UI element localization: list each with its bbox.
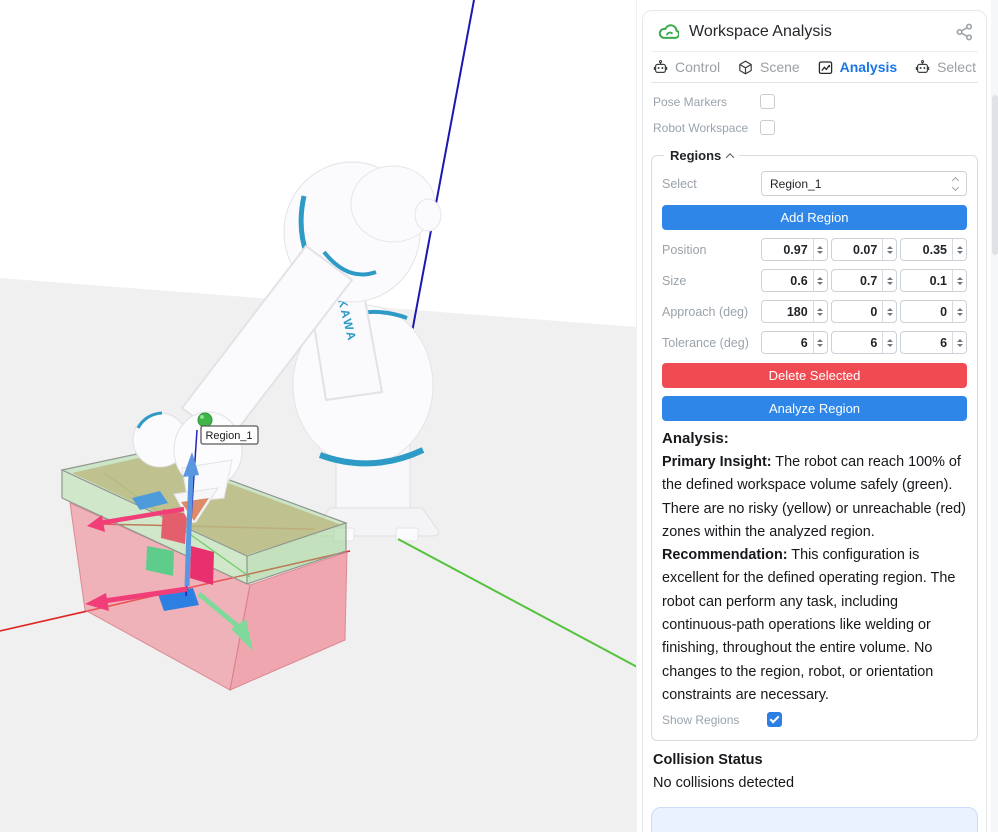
region-label-text: Region_1 xyxy=(205,430,252,442)
show-regions-row: Show Regions xyxy=(662,712,967,727)
regions-legend-label: Regions xyxy=(670,148,721,163)
info-box-partial xyxy=(651,807,978,832)
stepper-arrows-icon[interactable] xyxy=(882,301,896,322)
position-row: Position 0.97 0.07 0.35 xyxy=(662,238,967,261)
recommendation-text: Recommendation: This configuration is ex… xyxy=(662,544,966,707)
tab-select[interactable]: Select xyxy=(915,59,976,75)
robot-workspace-row: Robot Workspace xyxy=(653,120,976,135)
collision-status-text: No collisions detected xyxy=(653,775,976,791)
cube-icon xyxy=(738,60,753,75)
cloud-sync-icon xyxy=(657,22,679,42)
collapse-chevron-icon xyxy=(726,153,734,161)
stepper-arrows-icon[interactable] xyxy=(813,239,827,260)
position-z-input[interactable]: 0.35 xyxy=(900,238,967,261)
add-region-button[interactable]: Add Region xyxy=(662,205,967,230)
region-select-value: Region_1 xyxy=(770,177,821,191)
position-x-input[interactable]: 0.97 xyxy=(761,238,828,261)
tolerance-x-input[interactable]: 6 xyxy=(761,331,828,354)
tab-scene-label: Scene xyxy=(760,59,800,75)
delete-selected-button[interactable]: Delete Selected xyxy=(662,363,967,388)
panel-header: Workspace Analysis xyxy=(651,11,978,52)
sidebar-scrollbar[interactable] xyxy=(991,0,998,832)
scrollbar-thumb[interactable] xyxy=(992,95,998,255)
collision-status-heading: Collision Status xyxy=(653,752,976,768)
position-label: Position xyxy=(662,243,761,257)
tab-analysis[interactable]: Analysis xyxy=(818,59,898,75)
select-chevrons-icon xyxy=(953,178,958,190)
pose-markers-label: Pose Markers xyxy=(653,95,760,109)
chart-icon xyxy=(818,60,833,75)
position-y-input[interactable]: 0.07 xyxy=(831,238,898,261)
analysis-heading: Analysis: xyxy=(662,430,967,447)
analysis-sidebar: Workspace Analysis xyxy=(636,0,998,832)
stepper-arrows-icon[interactable] xyxy=(952,239,966,260)
stepper-arrows-icon[interactable] xyxy=(882,270,896,291)
size-label: Size xyxy=(662,274,761,288)
tolerance-z-input[interactable]: 6 xyxy=(900,331,967,354)
approach-label: Approach (deg) xyxy=(662,305,761,319)
region-label-tooltip: Region_1 xyxy=(201,426,258,444)
panel-title: Workspace Analysis xyxy=(689,23,945,41)
approach-row: Approach (deg) 180 0 0 xyxy=(662,300,967,323)
collision-status-section: Collision Status No collisions detected xyxy=(653,752,976,791)
stepper-arrows-icon[interactable] xyxy=(882,332,896,353)
3d-viewport[interactable]: KAWA xyxy=(0,0,636,832)
region-marker-sphere xyxy=(198,413,212,427)
region-marker-highlight xyxy=(200,415,204,419)
tab-control[interactable]: Control xyxy=(653,59,720,75)
approach-y-input[interactable]: 0 xyxy=(831,300,898,323)
tolerance-row: Tolerance (deg) 6 6 6 xyxy=(662,331,967,354)
pose-markers-checkbox[interactable] xyxy=(760,94,775,109)
tab-control-label: Control xyxy=(675,59,720,75)
tab-scene[interactable]: Scene xyxy=(738,59,800,75)
region-select[interactable]: Region_1 xyxy=(761,171,967,196)
approach-z-input[interactable]: 0 xyxy=(900,300,967,323)
tab-analysis-label: Analysis xyxy=(840,59,898,75)
stepper-arrows-icon[interactable] xyxy=(813,301,827,322)
stepper-arrows-icon[interactable] xyxy=(813,270,827,291)
stepper-arrows-icon[interactable] xyxy=(882,239,896,260)
stepper-arrows-icon[interactable] xyxy=(952,332,966,353)
pose-markers-row: Pose Markers xyxy=(653,94,976,109)
stepper-arrows-icon[interactable] xyxy=(952,270,966,291)
size-row: Size 0.6 0.7 0.1 xyxy=(662,269,967,292)
stepper-arrows-icon[interactable] xyxy=(952,301,966,322)
select-region-label: Select xyxy=(662,177,761,191)
robot-elbow-nub xyxy=(415,199,441,231)
show-regions-checkbox[interactable] xyxy=(767,712,782,727)
show-regions-label: Show Regions xyxy=(662,713,767,727)
tolerance-label: Tolerance (deg) xyxy=(662,336,761,350)
size-z-input[interactable]: 0.1 xyxy=(900,269,967,292)
robot-workspace-label: Robot Workspace xyxy=(653,121,760,135)
robot-workspace-checkbox[interactable] xyxy=(760,120,775,135)
primary-insight-text: Primary Insight: The robot can reach 100… xyxy=(662,451,966,544)
analysis-result: Analysis: Primary Insight: The robot can… xyxy=(662,430,967,707)
regions-section: Regions Select Region_1 Add xyxy=(651,148,978,741)
share-icon[interactable] xyxy=(955,23,974,41)
stepper-arrows-icon[interactable] xyxy=(813,332,827,353)
regions-legend[interactable]: Regions xyxy=(664,148,739,163)
robot-icon xyxy=(653,60,668,75)
approach-x-input[interactable]: 180 xyxy=(761,300,828,323)
workspace-analysis-app: KAWA xyxy=(0,0,998,832)
analyze-region-button[interactable]: Analyze Region xyxy=(662,396,967,421)
robot-icon xyxy=(915,60,930,75)
3d-scene-canvas[interactable]: KAWA xyxy=(0,0,636,832)
workspace-analysis-card: Workspace Analysis xyxy=(642,10,987,832)
tab-bar: Control Scene xyxy=(651,52,978,83)
size-y-input[interactable]: 0.7 xyxy=(831,269,898,292)
size-x-input[interactable]: 0.6 xyxy=(761,269,828,292)
checkmark-icon xyxy=(770,714,780,724)
tab-select-label: Select xyxy=(937,59,976,75)
select-region-row: Select Region_1 xyxy=(662,171,967,196)
tolerance-y-input[interactable]: 6 xyxy=(831,331,898,354)
